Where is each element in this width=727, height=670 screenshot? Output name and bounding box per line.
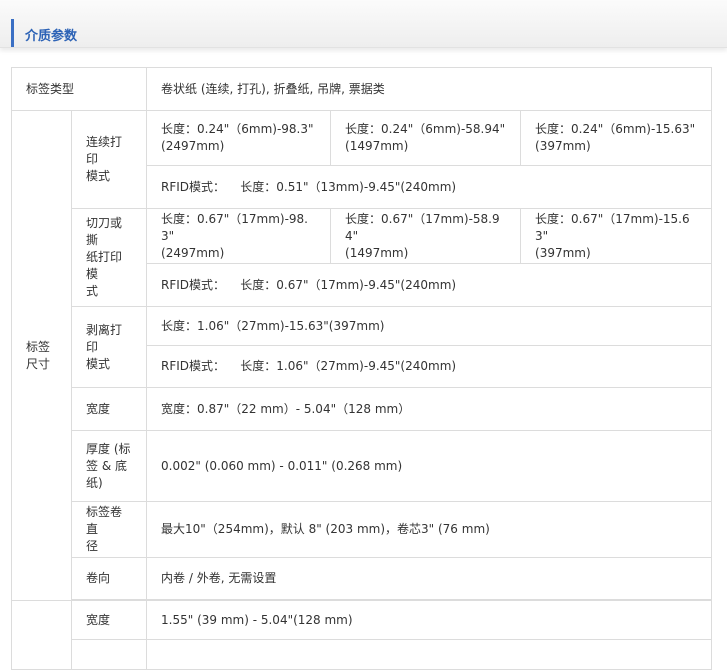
cutter-length-1: 长度：0.67"（17mm)-98.3" (2497mm): [146, 208, 332, 264]
row-label-winding: 卷向: [70, 557, 148, 600]
continuous-rfid: RFID模式： 长度：0.51"（13mm)-9.45"(240mm): [146, 165, 713, 209]
width-value: 宽度：0.87"（22 mm）- 5.04"（128 mm）: [146, 387, 713, 431]
cutter-rfid: RFID模式： 长度：0.67"（17mm)-9.45"(240mm): [146, 263, 713, 307]
peel-length: 长度：1.06"（27mm)-15.63"(397mm): [146, 306, 713, 346]
winding-value: 内卷 / 外卷, 无需设置: [146, 557, 713, 600]
row-value-label-type: 卷状纸 (连续, 打孔), 折叠纸, 吊牌, 票据类: [146, 67, 713, 111]
row-label-cutter-mode: 切刀或撕 纸打印模 式: [70, 208, 148, 307]
row-label-next-width: 宽度: [70, 600, 148, 640]
row-label-width: 宽度: [70, 387, 148, 431]
row-label-roll-diameter: 标签卷直 径: [70, 501, 148, 558]
row-label-next-group: [11, 600, 72, 670]
table-row: 切刀或撕 纸打印模 式 长度：0.67"（17mm)-98.3" (2497mm…: [12, 208, 713, 307]
thickness-value: 0.002" (0.060 mm) - 0.011" (0.268 mm): [146, 430, 713, 502]
section-title: 介质参数: [25, 29, 78, 44]
section-header: 介质参数: [0, 0, 727, 48]
table-row: 宽度 宽度：0.87"（22 mm）- 5.04"（128 mm）: [12, 387, 713, 431]
roll-diameter-value: 最大10"（254mm)，默认 8" (203 mm)，卷芯3" (76 mm): [146, 501, 713, 558]
continuous-length-1: 长度：0.24"（6mm)-98.3" (2497mm): [146, 110, 332, 166]
table-row: 厚度 (标 签 & 底 纸) 0.002" (0.060 mm) - 0.011…: [12, 430, 713, 502]
table-row: 标签类型 卷状纸 (连续, 打孔), 折叠纸, 吊牌, 票据类: [10, 67, 713, 111]
row-label-next-empty: [70, 639, 148, 670]
table-row: 宽度 1.55" (39 mm) - 5.04"(128 mm): [11, 600, 713, 670]
table-row: 标签 尺寸 连续打印 模式 长度：0.24"（6mm)-98.3" (2497m…: [11, 110, 713, 601]
cutter-length-3: 长度：0.67"（17mm)-15.63" (397mm): [520, 208, 713, 264]
media-params-table: 标签类型 卷状纸 (连续, 打孔), 折叠纸, 吊牌, 票据类 标签 尺寸 连续…: [10, 67, 713, 670]
row-label-continuous-mode: 连续打印 模式: [70, 110, 148, 209]
table-row: 标签卷直 径 最大10"（254mm)，默认 8" (203 mm)，卷芯3" …: [12, 501, 713, 558]
next-empty-value: [146, 639, 713, 670]
row-label-label-size: 标签 尺寸: [11, 110, 72, 601]
continuous-length-3: 长度：0.24"（6mm)-15.63" (397mm): [520, 110, 713, 166]
table-row: [12, 639, 713, 670]
table-row: 卷向 内卷 / 外卷, 无需设置: [12, 557, 713, 600]
section-accent-bar: [11, 19, 14, 47]
cutter-length-2: 长度：0.67"（17mm)-58.94" (1497mm): [330, 208, 522, 264]
peel-rfid: RFID模式： 长度：1.06"（27mm)-9.45"(240mm): [146, 345, 713, 388]
next-width-value: 1.55" (39 mm) - 5.04"(128 mm): [146, 600, 713, 640]
row-label-peel-mode: 剥离打印 模式: [70, 306, 148, 388]
table-row: 剥离打印 模式 长度：1.06"（27mm)-15.63"(397mm): [12, 306, 713, 388]
continuous-length-2: 长度：0.24"（6mm)-58.94" (1497mm): [330, 110, 522, 166]
row-label-label-type: 标签类型: [10, 67, 148, 111]
row-label-thickness: 厚度 (标 签 & 底 纸): [70, 430, 148, 502]
